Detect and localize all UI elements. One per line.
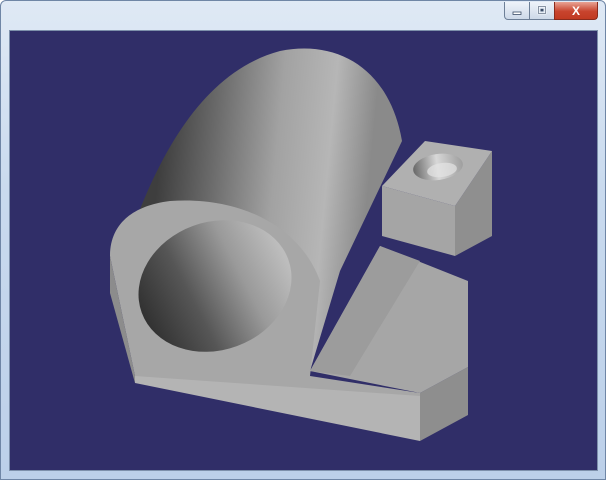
- close-button[interactable]: X: [554, 2, 598, 20]
- maximize-button[interactable]: [529, 2, 555, 20]
- title-bar[interactable]: X: [1, 1, 605, 29]
- minimize-button[interactable]: [504, 2, 530, 20]
- model-render: [110, 48, 492, 441]
- 3d-viewport[interactable]: [9, 30, 598, 471]
- restore-icon: [537, 5, 547, 15]
- close-icon: X: [571, 3, 580, 18]
- app-window: X: [0, 0, 606, 480]
- minimize-icon: [512, 11, 522, 15]
